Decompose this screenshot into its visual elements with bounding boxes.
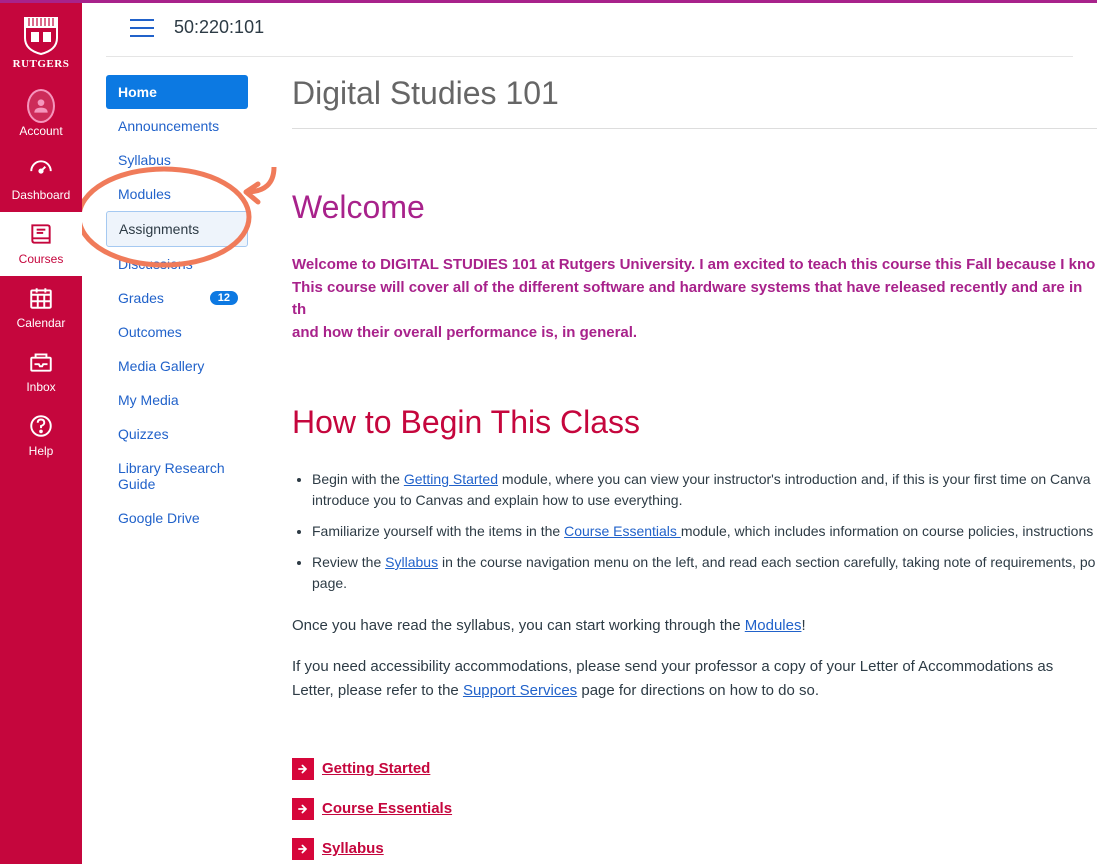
rutgers-logo[interactable]: RUTGERS — [11, 8, 71, 78]
arrow-right-icon — [292, 758, 314, 780]
course-nav-modules[interactable]: Modules — [106, 177, 248, 211]
quick-link-syllabus[interactable]: Syllabus — [322, 840, 384, 857]
course-nav-quizzes[interactable]: Quizzes — [106, 417, 248, 451]
course-nav-label: Announcements — [118, 118, 219, 134]
arrow-right-icon — [292, 838, 314, 860]
nav-courses[interactable]: Courses — [0, 212, 82, 276]
course-nav-label: Syllabus — [118, 152, 171, 168]
page-content: Digital Studies 101 Welcome Welcome to D… — [256, 57, 1097, 864]
bullet-item: Review the Syllabus in the course naviga… — [312, 552, 1097, 594]
quick-link-getting-started[interactable]: Getting Started — [322, 760, 430, 777]
link-support-services[interactable]: Support Services — [463, 682, 577, 699]
welcome-heading: Welcome — [292, 189, 1097, 226]
welcome-paragraph: Welcome to DIGITAL STUDIES 101 at Rutger… — [292, 254, 1097, 344]
course-nav-syllabus[interactable]: Syllabus — [106, 143, 248, 177]
course-nav-label: My Media — [118, 392, 179, 408]
course-nav: Home Announcements Syllabus Modules Assi… — [82, 57, 256, 864]
calendar-icon — [27, 284, 55, 312]
nav-label: Calendar — [17, 316, 66, 330]
course-nav-label: Home — [118, 84, 157, 100]
course-nav-label: Discussions — [118, 256, 193, 272]
bullet-item: Begin with the Getting Started module, w… — [312, 469, 1097, 511]
dashboard-icon — [27, 156, 55, 184]
shield-icon — [21, 16, 61, 56]
course-nav-outcomes[interactable]: Outcomes — [106, 315, 248, 349]
course-nav-label: Google Drive — [118, 510, 200, 526]
grades-badge: 12 — [210, 291, 238, 305]
nav-label: Account — [19, 124, 62, 138]
link-syllabus[interactable]: Syllabus — [385, 554, 438, 570]
course-nav-label: Assignments — [119, 221, 199, 237]
quick-link-row: Course Essentials — [292, 798, 1097, 820]
brand-text: RUTGERS — [13, 58, 70, 70]
nav-label: Courses — [19, 252, 64, 266]
link-getting-started[interactable]: Getting Started — [404, 471, 498, 487]
courses-icon — [27, 220, 55, 248]
nav-label: Inbox — [26, 380, 55, 394]
arrow-right-icon — [292, 798, 314, 820]
avatar-icon — [27, 89, 55, 123]
course-nav-library-research-guide[interactable]: Library Research Guide — [106, 451, 248, 501]
course-nav-label: Modules — [118, 186, 171, 202]
breadcrumb[interactable]: 50:220:101 — [174, 17, 264, 38]
nav-label: Dashboard — [12, 188, 71, 202]
bullet-item: Familiarize yourself with the items in t… — [312, 521, 1097, 542]
nav-account[interactable]: Account — [0, 84, 82, 148]
course-nav-assignments[interactable]: Assignments — [106, 211, 248, 247]
course-nav-grades[interactable]: Grades 12 — [106, 281, 248, 315]
body-paragraph: Once you have read the syllabus, you can… — [292, 614, 1097, 637]
course-nav-google-drive[interactable]: Google Drive — [106, 501, 248, 535]
nav-calendar[interactable]: Calendar — [0, 276, 82, 340]
course-nav-label: Grades — [118, 290, 164, 306]
course-nav-label: Media Gallery — [118, 358, 204, 374]
inbox-icon — [27, 348, 55, 376]
nav-label: Help — [29, 444, 54, 458]
nav-inbox[interactable]: Inbox — [0, 340, 82, 404]
page-title: Digital Studies 101 — [292, 75, 1097, 129]
help-icon — [27, 412, 55, 440]
quick-link-row: Getting Started — [292, 758, 1097, 780]
course-nav-discussions[interactable]: Discussions — [106, 247, 248, 281]
link-modules[interactable]: Modules — [745, 617, 802, 634]
course-nav-media-gallery[interactable]: Media Gallery — [106, 349, 248, 383]
nav-dashboard[interactable]: Dashboard — [0, 148, 82, 212]
hamburger-menu-icon[interactable] — [130, 19, 154, 37]
breadcrumb-bar: 50:220:101 — [106, 3, 1073, 57]
quick-link-row: Syllabus — [292, 838, 1097, 860]
quick-link-course-essentials[interactable]: Course Essentials — [322, 800, 452, 817]
course-nav-home[interactable]: Home — [106, 75, 248, 109]
course-nav-label: Outcomes — [118, 324, 182, 340]
course-nav-label: Library Research Guide — [118, 460, 238, 492]
course-nav-announcements[interactable]: Announcements — [106, 109, 248, 143]
link-course-essentials[interactable]: Course Essentials — [564, 523, 681, 539]
body-paragraph: If you need accessibility accommodations… — [292, 655, 1097, 702]
global-nav: RUTGERS Account Dashboard Courses — [0, 0, 82, 864]
course-nav-my-media[interactable]: My Media — [106, 383, 248, 417]
begin-bullet-list: Begin with the Getting Started module, w… — [312, 469, 1097, 594]
nav-help[interactable]: Help — [0, 404, 82, 468]
begin-heading: How to Begin This Class — [292, 404, 1097, 441]
course-nav-label: Quizzes — [118, 426, 169, 442]
